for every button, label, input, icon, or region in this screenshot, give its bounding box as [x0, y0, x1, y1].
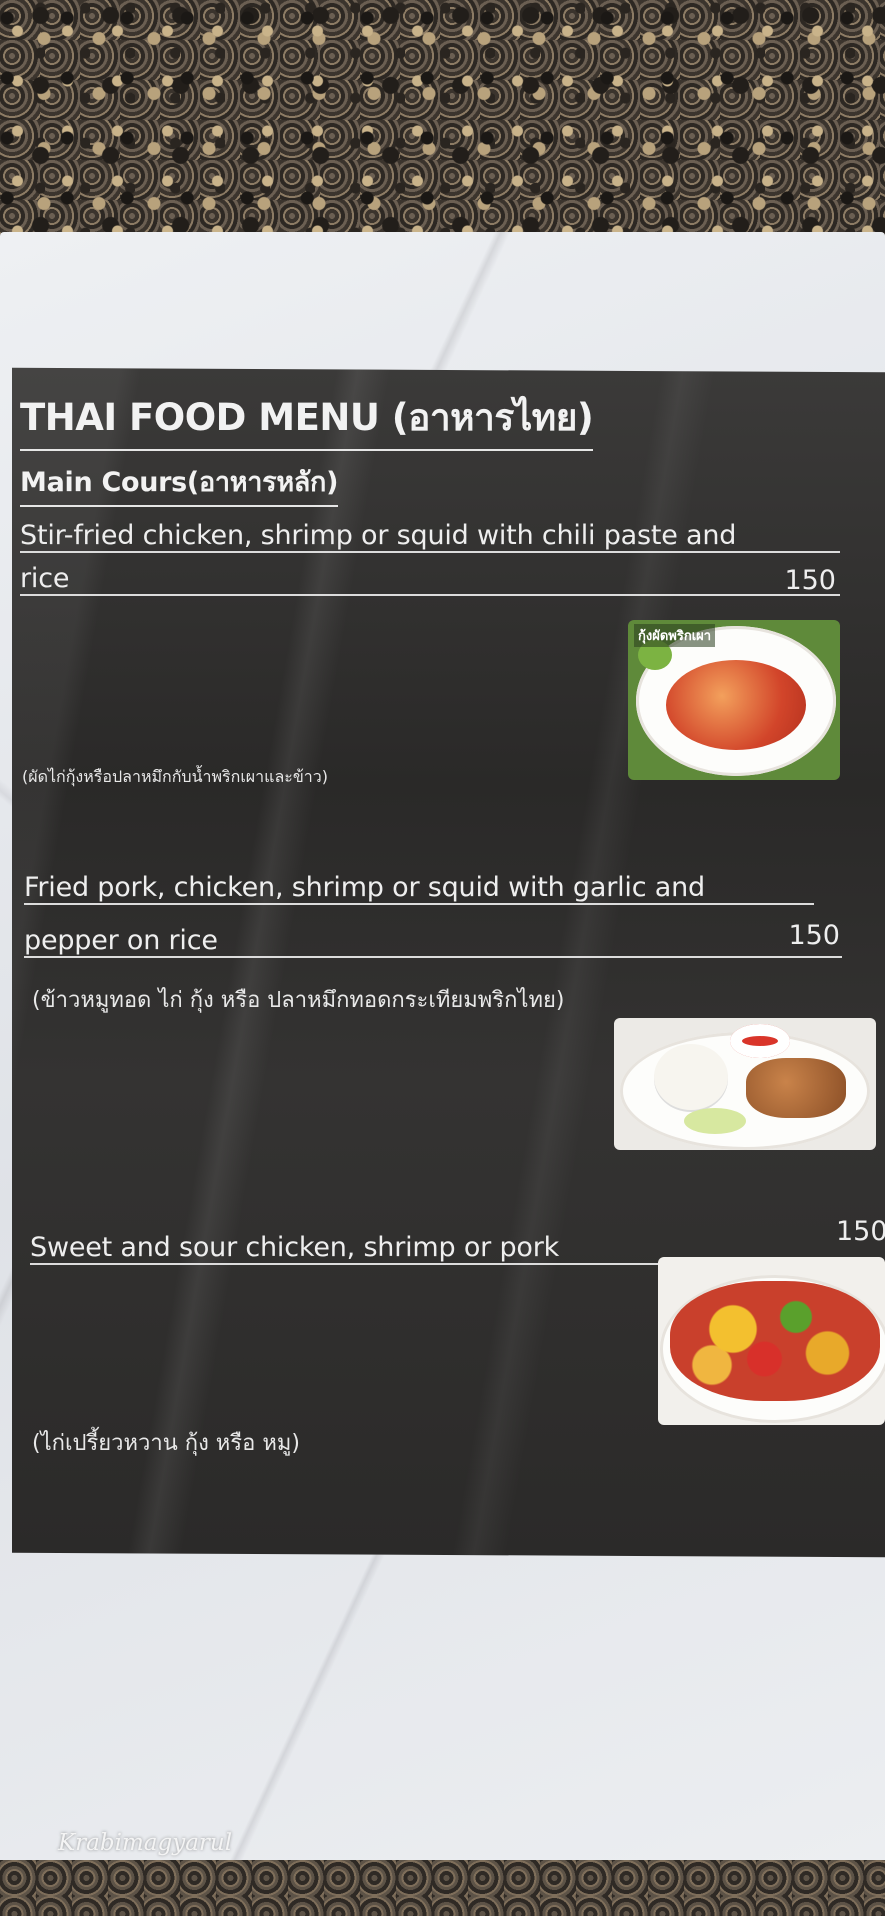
item-2-fried-meat	[746, 1058, 846, 1118]
item-1-price: 150	[784, 565, 836, 596]
watermark: Krabimagyarul	[58, 1830, 233, 1856]
item-3-food	[670, 1281, 880, 1401]
item-3-photo	[658, 1257, 885, 1425]
item-3-thai-name: (ไก่เปรี้ยวหวาน กุ้ง หรือ หมู)	[32, 1431, 300, 1456]
granite-countertop	[0, 0, 885, 260]
item-2-name-line-2: pepper on rice	[24, 925, 842, 958]
item-2-cucumber	[684, 1108, 746, 1134]
item-1-food	[666, 660, 806, 750]
item-1-name-line-2: rice	[20, 563, 840, 596]
item-2-name-line-1: Fried pork, chicken, shrimp or squid wit…	[24, 872, 814, 905]
item-1-photo-label: กุ้งผัดพริกเผา	[634, 624, 716, 647]
item-2-price: 150	[788, 920, 840, 951]
item-2-photo	[614, 1018, 876, 1150]
section-heading: Main Cours(อาหารหลัก)	[20, 460, 338, 507]
menu-title: THAI FOOD MENU (อาหารไทย)	[20, 388, 594, 451]
item-1-photo: กุ้งผัดพริกเผา	[628, 620, 840, 780]
item-3-price: 150	[836, 1216, 885, 1247]
granite-countertop-bottom	[0, 1860, 885, 1916]
item-2-thai-name: (ข้าวหมูทอด ไก่ กุ้ง หรือ ปลาหมึกทอดกระเ…	[32, 988, 565, 1013]
item-2-sauce-bowl	[730, 1024, 790, 1058]
item-1-name-line-1: Stir-fried chicken, shrimp or squid with…	[20, 520, 840, 553]
item-1-thai-name: (ผัดไก่กุ้งหรือปลาหมึกกับน้ำพริกเผาและข้…	[22, 767, 328, 786]
item-2-rice	[654, 1044, 728, 1110]
